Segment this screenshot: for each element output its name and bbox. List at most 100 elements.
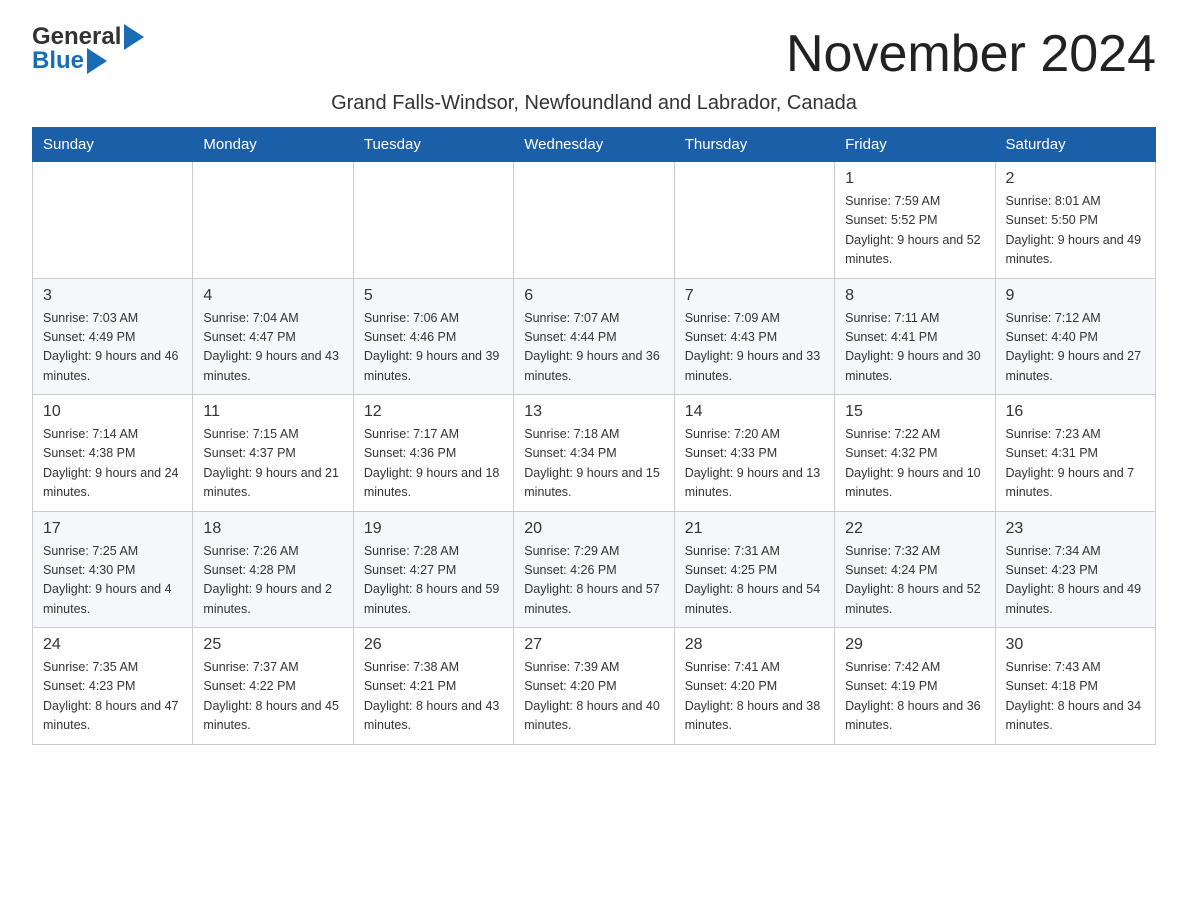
weekday-header-saturday: Saturday	[995, 128, 1155, 162]
calendar-cell: 1Sunrise: 7:59 AMSunset: 5:52 PMDaylight…	[835, 162, 995, 279]
calendar-cell: 19 Sunrise: 7:28 AMSunset: 4:27 PMDayligh…	[353, 511, 513, 628]
weekday-header-wednesday: Wednesday	[514, 128, 674, 162]
day-number: 4	[203, 287, 342, 305]
day-number: 20	[524, 520, 663, 538]
day-info: Sunrise: 7:35 AMSunset: 4:23 PMDaylight:…	[43, 658, 182, 736]
day-info: Sunrise: 7:20 AMSunset: 4:33 PMDaylight:…	[685, 425, 824, 503]
weekday-header-monday: Monday	[193, 128, 353, 162]
day-info: Sunrise: 7:22 AMSunset: 4:32 PMDaylight:…	[845, 425, 984, 503]
day-info: Sunrise: 7:28 AMSunset: 4:27 PMDaylight:…	[364, 542, 503, 620]
calendar-week-row: 24 Sunrise: 7:35 AMSunset: 4:23 PMDayligh…	[33, 628, 1156, 745]
logo-content: General Blue	[32, 24, 144, 74]
calendar-week-row: 1Sunrise: 7:59 AMSunset: 5:52 PMDaylight…	[33, 162, 1156, 279]
page-title: November 2024	[786, 24, 1156, 84]
calendar-cell: 23 Sunrise: 7:34 AMSunset: 4:23 PMDayligh…	[995, 511, 1155, 628]
weekday-header-thursday: Thursday	[674, 128, 834, 162]
weekday-header-friday: Friday	[835, 128, 995, 162]
day-info: Sunrise: 7:12 AMSunset: 4:40 PMDaylight:…	[1006, 309, 1145, 387]
day-number: 2	[1006, 170, 1145, 188]
logo: General Blue	[32, 24, 144, 74]
calendar-week-row: 3Sunrise: 7:03 AMSunset: 4:49 PMDaylight…	[33, 278, 1156, 395]
calendar-cell: 8Sunrise: 7:11 AMSunset: 4:41 PMDaylight…	[835, 278, 995, 395]
day-info: Sunrise: 7:15 AMSunset: 4:37 PMDaylight:…	[203, 425, 342, 503]
calendar-week-row: 17 Sunrise: 7:25 AMSunset: 4:30 PMDayligh…	[33, 511, 1156, 628]
calendar-cell	[33, 162, 193, 279]
calendar-cell: 28 Sunrise: 7:41 AMSunset: 4:20 PMDayligh…	[674, 628, 834, 745]
weekday-header-sunday: Sunday	[33, 128, 193, 162]
header: General Blue November 2024	[32, 24, 1156, 84]
day-number: 5	[364, 287, 503, 305]
calendar-cell	[514, 162, 674, 279]
day-info: Sunrise: 7:38 AMSunset: 4:21 PMDaylight:…	[364, 658, 503, 736]
calendar-cell: 11 Sunrise: 7:15 AMSunset: 4:37 PMDayligh…	[193, 395, 353, 512]
logo-arrow2-icon	[87, 48, 107, 74]
calendar-cell: 16Sunrise: 7:23 AMSunset: 4:31 PMDayligh…	[995, 395, 1155, 512]
day-info: Sunrise: 7:39 AMSunset: 4:20 PMDaylight:…	[524, 658, 663, 736]
calendar-cell: 17 Sunrise: 7:25 AMSunset: 4:30 PMDayligh…	[33, 511, 193, 628]
day-number: 29	[845, 636, 984, 654]
day-number: 24	[43, 636, 182, 654]
subtitle: Grand Falls-Windsor, Newfoundland and La…	[32, 92, 1156, 115]
day-info: Sunrise: 7:17 AMSunset: 4:36 PMDaylight:…	[364, 425, 503, 503]
calendar-cell: 24 Sunrise: 7:35 AMSunset: 4:23 PMDayligh…	[33, 628, 193, 745]
calendar-cell: 12 Sunrise: 7:17 AMSunset: 4:36 PMDayligh…	[353, 395, 513, 512]
day-info: Sunrise: 7:43 AMSunset: 4:18 PMDaylight:…	[1006, 658, 1145, 736]
day-info: Sunrise: 7:41 AMSunset: 4:20 PMDaylight:…	[685, 658, 824, 736]
day-info: Sunrise: 7:09 AMSunset: 4:43 PMDaylight:…	[685, 309, 824, 387]
day-number: 17	[43, 520, 182, 538]
day-number: 9	[1006, 287, 1145, 305]
calendar-cell: 6 Sunrise: 7:07 AMSunset: 4:44 PMDaylight…	[514, 278, 674, 395]
calendar-cell: 21Sunrise: 7:31 AMSunset: 4:25 PMDayligh…	[674, 511, 834, 628]
day-number: 19	[364, 520, 503, 538]
calendar-cell: 15 Sunrise: 7:22 AMSunset: 4:32 PMDayligh…	[835, 395, 995, 512]
calendar-cell: 22 Sunrise: 7:32 AMSunset: 4:24 PMDayligh…	[835, 511, 995, 628]
calendar-cell: 26 Sunrise: 7:38 AMSunset: 4:21 PMDayligh…	[353, 628, 513, 745]
day-info: Sunrise: 7:03 AMSunset: 4:49 PMDaylight:…	[43, 309, 182, 387]
day-number: 25	[203, 636, 342, 654]
day-number: 15	[845, 403, 984, 421]
day-number: 26	[364, 636, 503, 654]
day-info: Sunrise: 7:26 AMSunset: 4:28 PMDaylight:…	[203, 542, 342, 620]
calendar-cell	[353, 162, 513, 279]
day-info: Sunrise: 7:23 AMSunset: 4:31 PMDaylight:…	[1006, 425, 1145, 503]
day-info: Sunrise: 7:14 AMSunset: 4:38 PMDaylight:…	[43, 425, 182, 503]
calendar-cell: 25 Sunrise: 7:37 AMSunset: 4:22 PMDayligh…	[193, 628, 353, 745]
day-number: 12	[364, 403, 503, 421]
day-info: Sunrise: 7:37 AMSunset: 4:22 PMDaylight:…	[203, 658, 342, 736]
day-number: 18	[203, 520, 342, 538]
day-number: 27	[524, 636, 663, 654]
calendar-cell: 5 Sunrise: 7:06 AMSunset: 4:46 PMDaylight…	[353, 278, 513, 395]
day-info: Sunrise: 7:18 AMSunset: 4:34 PMDaylight:…	[524, 425, 663, 503]
day-info: Sunrise: 8:01 AMSunset: 5:50 PMDaylight:…	[1006, 192, 1145, 270]
day-info: Sunrise: 7:59 AMSunset: 5:52 PMDaylight:…	[845, 192, 984, 270]
day-number: 10	[43, 403, 182, 421]
calendar-table: SundayMondayTuesdayWednesdayThursdayFrid…	[32, 127, 1156, 745]
day-number: 14	[685, 403, 824, 421]
calendar-cell	[193, 162, 353, 279]
day-info: Sunrise: 7:42 AMSunset: 4:19 PMDaylight:…	[845, 658, 984, 736]
day-number: 28	[685, 636, 824, 654]
day-info: Sunrise: 7:32 AMSunset: 4:24 PMDaylight:…	[845, 542, 984, 620]
day-info: Sunrise: 7:25 AMSunset: 4:30 PMDaylight:…	[43, 542, 182, 620]
day-info: Sunrise: 7:06 AMSunset: 4:46 PMDaylight:…	[364, 309, 503, 387]
calendar-cell: 2 Sunrise: 8:01 AMSunset: 5:50 PMDaylight…	[995, 162, 1155, 279]
day-number: 11	[203, 403, 342, 421]
calendar-cell: 13Sunrise: 7:18 AMSunset: 4:34 PMDayligh…	[514, 395, 674, 512]
day-number: 30	[1006, 636, 1145, 654]
weekday-header-tuesday: Tuesday	[353, 128, 513, 162]
day-number: 23	[1006, 520, 1145, 538]
day-info: Sunrise: 7:34 AMSunset: 4:23 PMDaylight:…	[1006, 542, 1145, 620]
calendar-cell: 20 Sunrise: 7:29 AMSunset: 4:26 PMDayligh…	[514, 511, 674, 628]
day-info: Sunrise: 7:29 AMSunset: 4:26 PMDaylight:…	[524, 542, 663, 620]
calendar-cell: 30 Sunrise: 7:43 AMSunset: 4:18 PMDayligh…	[995, 628, 1155, 745]
day-info: Sunrise: 7:07 AMSunset: 4:44 PMDaylight:…	[524, 309, 663, 387]
day-number: 6	[524, 287, 663, 305]
day-number: 22	[845, 520, 984, 538]
weekday-header-row: SundayMondayTuesdayWednesdayThursdayFrid…	[33, 128, 1156, 162]
day-info: Sunrise: 7:11 AMSunset: 4:41 PMDaylight:…	[845, 309, 984, 387]
day-info: Sunrise: 7:04 AMSunset: 4:47 PMDaylight:…	[203, 309, 342, 387]
day-info: Sunrise: 7:31 AMSunset: 4:25 PMDaylight:…	[685, 542, 824, 620]
logo-general-text: General	[32, 25, 121, 49]
calendar-cell: 27 Sunrise: 7:39 AMSunset: 4:20 PMDayligh…	[514, 628, 674, 745]
calendar-cell: 10 Sunrise: 7:14 AMSunset: 4:38 PMDayligh…	[33, 395, 193, 512]
